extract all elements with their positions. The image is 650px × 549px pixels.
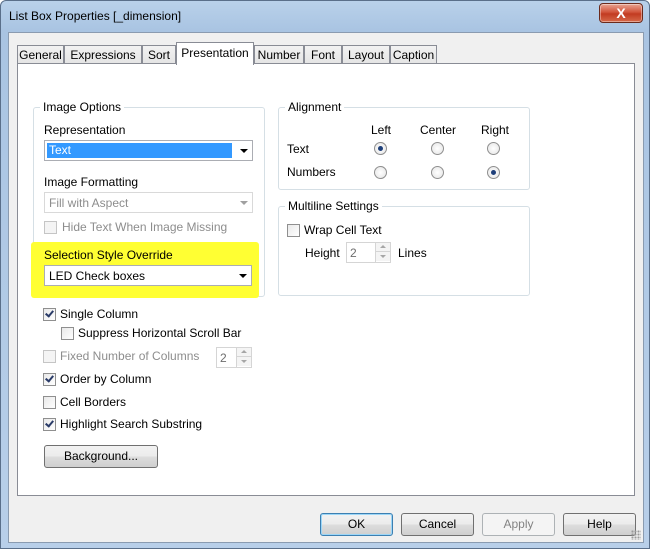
representation-label: Representation (44, 123, 126, 137)
highlight-search-checkbox[interactable] (43, 418, 56, 431)
tab-presentation[interactable]: Presentation (176, 42, 254, 65)
hide-text-checkbox[interactable] (44, 221, 57, 234)
image-formatting-label: Image Formatting (44, 175, 139, 189)
close-icon: X (616, 5, 626, 21)
selection-style-section: Selection Style Override LED Check boxes (31, 242, 259, 298)
fixed-columns-label: Fixed Number of Columns (60, 349, 200, 363)
chevron-down-icon (240, 201, 248, 205)
check-icon (45, 373, 54, 383)
image-options-title: Image Options (40, 100, 125, 114)
single-column-label: Single Column (60, 307, 139, 321)
chevron-down-icon (240, 149, 248, 153)
dialog-client: General Expressions Sort Presentation Nu… (8, 32, 644, 543)
representation-value: Text (47, 143, 232, 158)
representation-select[interactable]: Text (44, 140, 253, 161)
window-title: List Box Properties [_dimension] (9, 9, 182, 23)
multiline-group: Multiline Settings Wrap Cell Text Height… (278, 199, 530, 296)
cancel-button[interactable]: Cancel (401, 513, 474, 536)
alignment-row-numbers: Numbers (287, 165, 336, 179)
order-by-column-checkbox[interactable] (43, 373, 56, 386)
fixed-columns-checkbox[interactable] (43, 350, 56, 363)
tab-sort[interactable]: Sort (142, 45, 176, 64)
wrap-cell-text-checkbox[interactable] (287, 224, 300, 237)
title-bar[interactable]: List Box Properties [_dimension] X (1, 1, 649, 33)
resize-grip-icon[interactable] (631, 530, 641, 540)
alignment-col-center: Center (420, 123, 457, 137)
apply-button[interactable]: Apply (482, 513, 555, 536)
background-button[interactable]: Background... (44, 445, 158, 468)
stepper-down-icon[interactable] (237, 357, 251, 366)
height-label: Height (305, 246, 340, 260)
stepper-up-icon[interactable] (376, 243, 390, 252)
hide-text-label: Hide Text When Image Missing (62, 220, 228, 234)
check-icon (45, 418, 54, 428)
presentation-panel: Image Options Representation Text Image … (17, 63, 635, 496)
selection-style-label: Selection Style Override (44, 248, 173, 262)
selection-style-select[interactable]: LED Check boxes (44, 265, 252, 286)
radio-dot-icon (378, 146, 383, 151)
tab-number[interactable]: Number (254, 45, 304, 64)
alignment-col-left: Left (371, 123, 392, 137)
highlight-search-label: Highlight Search Substring (60, 417, 203, 431)
radio-dot-icon (491, 170, 496, 175)
numbers-align-right-radio[interactable] (487, 166, 500, 179)
fixed-columns-value: 2 (220, 351, 227, 365)
suppress-hscroll-label: Suppress Horizontal Scroll Bar (78, 326, 242, 340)
close-button[interactable]: X (599, 3, 643, 23)
ok-button[interactable]: OK (320, 513, 393, 536)
selection-style-value: LED Check boxes (49, 269, 146, 283)
multiline-title: Multiline Settings (285, 199, 382, 213)
alignment-row-text: Text (287, 142, 310, 156)
numbers-align-left-radio[interactable] (374, 166, 387, 179)
image-formatting-select[interactable]: Fill with Aspect (44, 192, 253, 213)
tab-general[interactable]: General (17, 45, 64, 64)
chevron-down-icon (239, 274, 247, 278)
numbers-align-center-radio[interactable] (431, 166, 444, 179)
cell-borders-label: Cell Borders (60, 395, 127, 409)
alignment-group: Alignment Left Center Right Text Numbers (278, 100, 530, 190)
check-icon (45, 308, 54, 318)
tab-expressions[interactable]: Expressions (64, 45, 142, 64)
alignment-title: Alignment (285, 100, 345, 114)
help-button[interactable]: Help (563, 513, 636, 536)
lines-label: Lines (398, 246, 427, 260)
image-formatting-value: Fill with Aspect (49, 196, 129, 210)
cell-borders-checkbox[interactable] (43, 396, 56, 409)
text-align-right-radio[interactable] (487, 142, 500, 155)
suppress-hscroll-checkbox[interactable] (61, 327, 74, 340)
tab-layout[interactable]: Layout (342, 45, 390, 64)
stepper-buttons (375, 243, 390, 262)
height-value: 2 (350, 246, 357, 260)
wrap-cell-text-label: Wrap Cell Text (304, 223, 382, 237)
stepper-buttons (236, 348, 251, 367)
stepper-up-icon[interactable] (237, 348, 251, 357)
tab-font[interactable]: Font (304, 45, 342, 64)
single-column-checkbox[interactable] (43, 308, 56, 321)
fixed-columns-stepper[interactable]: 2 (216, 347, 252, 368)
stepper-down-icon[interactable] (376, 252, 390, 261)
image-options-group: Image Options Representation Text Image … (31, 100, 265, 298)
order-by-column-label: Order by Column (60, 372, 152, 386)
dialog-window: List Box Properties [_dimension] X Gener… (0, 0, 650, 549)
text-align-left-radio[interactable] (374, 142, 387, 155)
alignment-col-right: Right (481, 123, 510, 137)
tab-caption[interactable]: Caption (390, 45, 437, 64)
text-align-center-radio[interactable] (431, 142, 444, 155)
height-stepper[interactable]: 2 (346, 242, 391, 263)
